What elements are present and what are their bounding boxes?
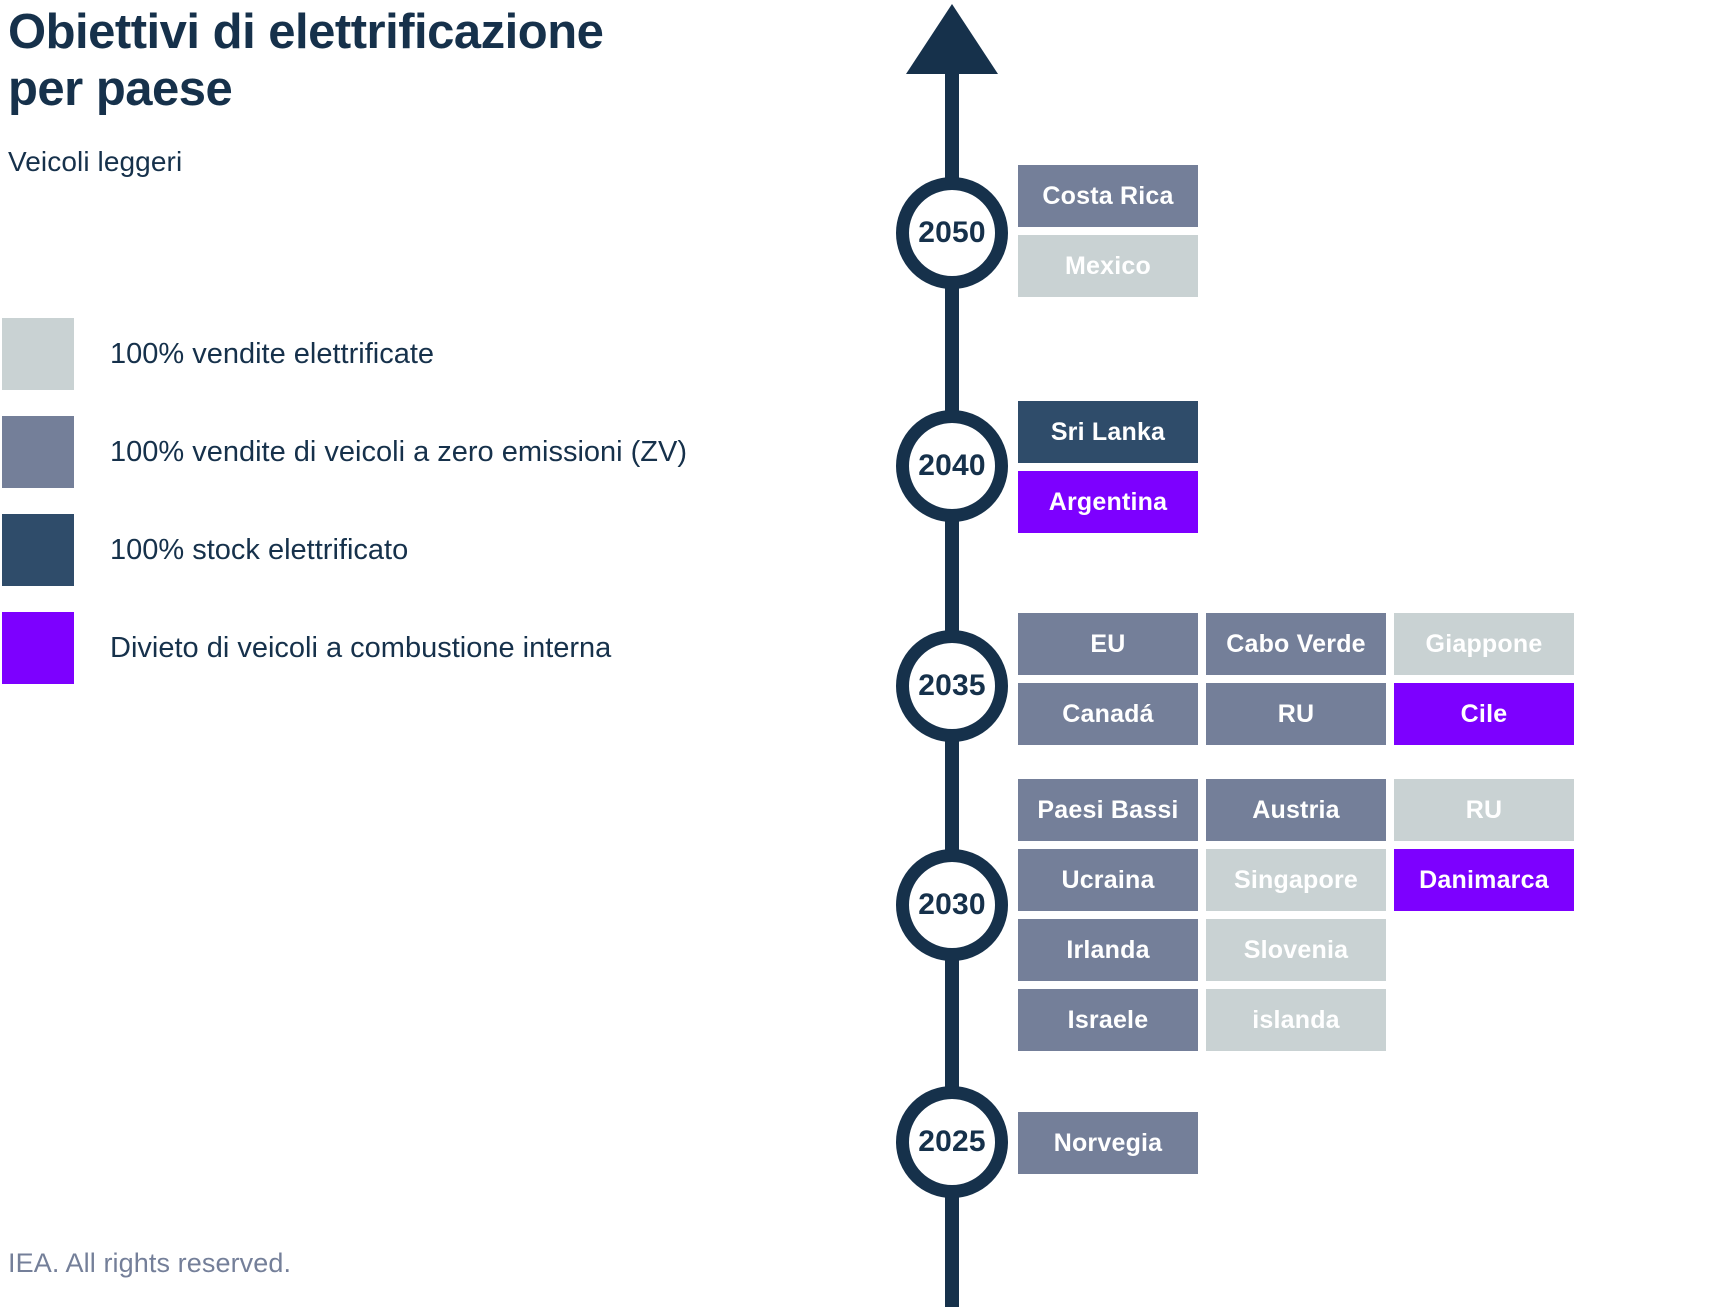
country-cell[interactable]: Ucraina bbox=[1018, 849, 1198, 911]
country-cell[interactable]: Norvegia bbox=[1018, 1112, 1198, 1174]
country-label: Paesi Bassi bbox=[1037, 795, 1179, 824]
country-label: RU bbox=[1465, 795, 1503, 824]
country-label: Mexico bbox=[1065, 251, 1151, 280]
country-cell-empty bbox=[1394, 989, 1574, 1051]
timeline-year-label: 2040 bbox=[918, 449, 986, 482]
country-cell[interactable]: EU bbox=[1018, 613, 1198, 675]
country-cell[interactable]: Slovenia bbox=[1206, 919, 1386, 981]
country-label: Danimarca bbox=[1419, 865, 1549, 894]
legend-item-label: 100% vendite elettrificate bbox=[110, 337, 435, 370]
country-label: Giappone bbox=[1425, 629, 1543, 658]
country-cell-empty bbox=[1394, 919, 1574, 981]
timeline-year-node-2035[interactable]: 2035 bbox=[896, 630, 1008, 742]
country-label: Slovenia bbox=[1243, 935, 1349, 964]
timeline-year-label: 2025 bbox=[918, 1125, 986, 1158]
country-label: Israele bbox=[1067, 1005, 1149, 1034]
country-row: Canadá RU Cile bbox=[1018, 683, 1582, 753]
country-cell[interactable]: islanda bbox=[1206, 989, 1386, 1051]
legend-swatch-sales bbox=[2, 318, 74, 390]
title-block: Obiettivi di elettrificazione per paese … bbox=[8, 4, 848, 178]
timeline-year-label: 2030 bbox=[918, 888, 986, 921]
country-cell[interactable]: Cile bbox=[1394, 683, 1574, 745]
country-row: Norvegia bbox=[1018, 1112, 1206, 1182]
country-cell[interactable]: Canadá bbox=[1018, 683, 1198, 745]
timeline-year-label: 2050 bbox=[918, 216, 986, 249]
country-row: EU Cabo Verde Giappone bbox=[1018, 613, 1582, 683]
timeline-year-label: 2035 bbox=[918, 669, 986, 702]
country-group-2030: Paesi Bassi Austria RU Ucraina Singapore Dani… bbox=[1018, 779, 1582, 1059]
country-cell[interactable]: Cabo Verde bbox=[1206, 613, 1386, 675]
country-cell[interactable]: RU bbox=[1206, 683, 1386, 745]
country-group-2040: Sri Lanka Argentina bbox=[1018, 401, 1206, 541]
page-subtitle: Veicoli leggeri bbox=[8, 145, 183, 177]
country-label: Costa Rica bbox=[1042, 181, 1174, 210]
country-label: islanda bbox=[1252, 1005, 1340, 1034]
country-group-2050: Costa Rica Mexico bbox=[1018, 165, 1206, 305]
country-label: Irlanda bbox=[1066, 935, 1150, 964]
country-row: Israele islanda bbox=[1018, 989, 1582, 1059]
country-label: Ucraina bbox=[1061, 865, 1155, 894]
country-label: Cile bbox=[1460, 699, 1508, 728]
country-label: Norvegia bbox=[1053, 1128, 1163, 1157]
country-cell[interactable]: Giappone bbox=[1394, 613, 1574, 675]
timeline-year-node-2025[interactable]: 2025 bbox=[896, 1086, 1008, 1198]
legend-swatch-ice-ban bbox=[2, 612, 74, 684]
country-label: EU bbox=[1090, 629, 1126, 658]
country-row: Irlanda Slovenia bbox=[1018, 919, 1582, 989]
country-cell[interactable]: Danimarca bbox=[1394, 849, 1574, 911]
country-label: Canadá bbox=[1062, 699, 1154, 728]
page-title: Obiettivi di elettrificazione per paese bbox=[8, 5, 604, 116]
country-cell[interactable]: Costa Rica bbox=[1018, 165, 1198, 227]
country-group-2035: EU Cabo Verde Giappone Canadá RU Cile bbox=[1018, 613, 1582, 753]
country-cell[interactable]: Paesi Bassi bbox=[1018, 779, 1198, 841]
country-label: Argentina bbox=[1048, 487, 1168, 516]
timeline: 2050 Costa Rica Mexico 2040 Sri Lanka Argenti… bbox=[896, 0, 1711, 1307]
country-row: Costa Rica bbox=[1018, 165, 1206, 235]
country-cell[interactable]: Singapore bbox=[1206, 849, 1386, 911]
timeline-arrow-icon bbox=[906, 4, 998, 74]
legend-item-zev[interactable]: 100% vendite di veicoli a zero emissioni… bbox=[2, 416, 882, 488]
country-cell[interactable]: Argentina bbox=[1018, 471, 1198, 533]
legend-item-stock[interactable]: 100% stock elettrificato bbox=[2, 514, 882, 586]
country-label: Cabo Verde bbox=[1226, 629, 1366, 658]
country-cell[interactable]: Israele bbox=[1018, 989, 1198, 1051]
country-cell[interactable]: Mexico bbox=[1018, 235, 1198, 297]
legend-item-label: 100% stock elettrificato bbox=[110, 533, 409, 566]
legend-item-ice-ban[interactable]: Divieto di veicoli a combustione interna bbox=[2, 612, 882, 684]
country-label: Austria bbox=[1252, 795, 1340, 824]
country-label: RU bbox=[1277, 699, 1315, 728]
legend-item-label: Divieto di veicoli a combustione interna bbox=[110, 631, 612, 664]
country-row: Argentina bbox=[1018, 471, 1206, 541]
country-row: Ucraina Singapore Danimarca bbox=[1018, 849, 1582, 919]
timeline-year-node-2040[interactable]: 2040 bbox=[896, 410, 1008, 522]
copyright-note: IEA. All rights reserved. bbox=[8, 1248, 292, 1278]
country-cell[interactable]: Sri Lanka bbox=[1018, 401, 1198, 463]
country-group-2025: Norvegia bbox=[1018, 1112, 1206, 1182]
country-cell[interactable]: Austria bbox=[1206, 779, 1386, 841]
legend: 100% vendite elettrificate 100% vendite d… bbox=[2, 318, 882, 710]
legend-swatch-zev bbox=[2, 416, 74, 488]
legend-item-label: 100% vendite di veicoli a zero emissioni… bbox=[110, 435, 688, 468]
country-row: Mexico bbox=[1018, 235, 1206, 305]
legend-swatch-stock bbox=[2, 514, 74, 586]
timeline-year-node-2050[interactable]: 2050 bbox=[896, 177, 1008, 289]
country-cell[interactable]: Irlanda bbox=[1018, 919, 1198, 981]
country-cell[interactable]: RU bbox=[1394, 779, 1574, 841]
country-row: Paesi Bassi Austria RU bbox=[1018, 779, 1582, 849]
country-label: Singapore bbox=[1233, 865, 1359, 894]
country-label: Sri Lanka bbox=[1050, 417, 1166, 446]
timeline-year-node-2030[interactable]: 2030 bbox=[896, 849, 1008, 961]
country-row: Sri Lanka bbox=[1018, 401, 1206, 471]
legend-item-sales[interactable]: 100% vendite elettrificate bbox=[2, 318, 882, 390]
